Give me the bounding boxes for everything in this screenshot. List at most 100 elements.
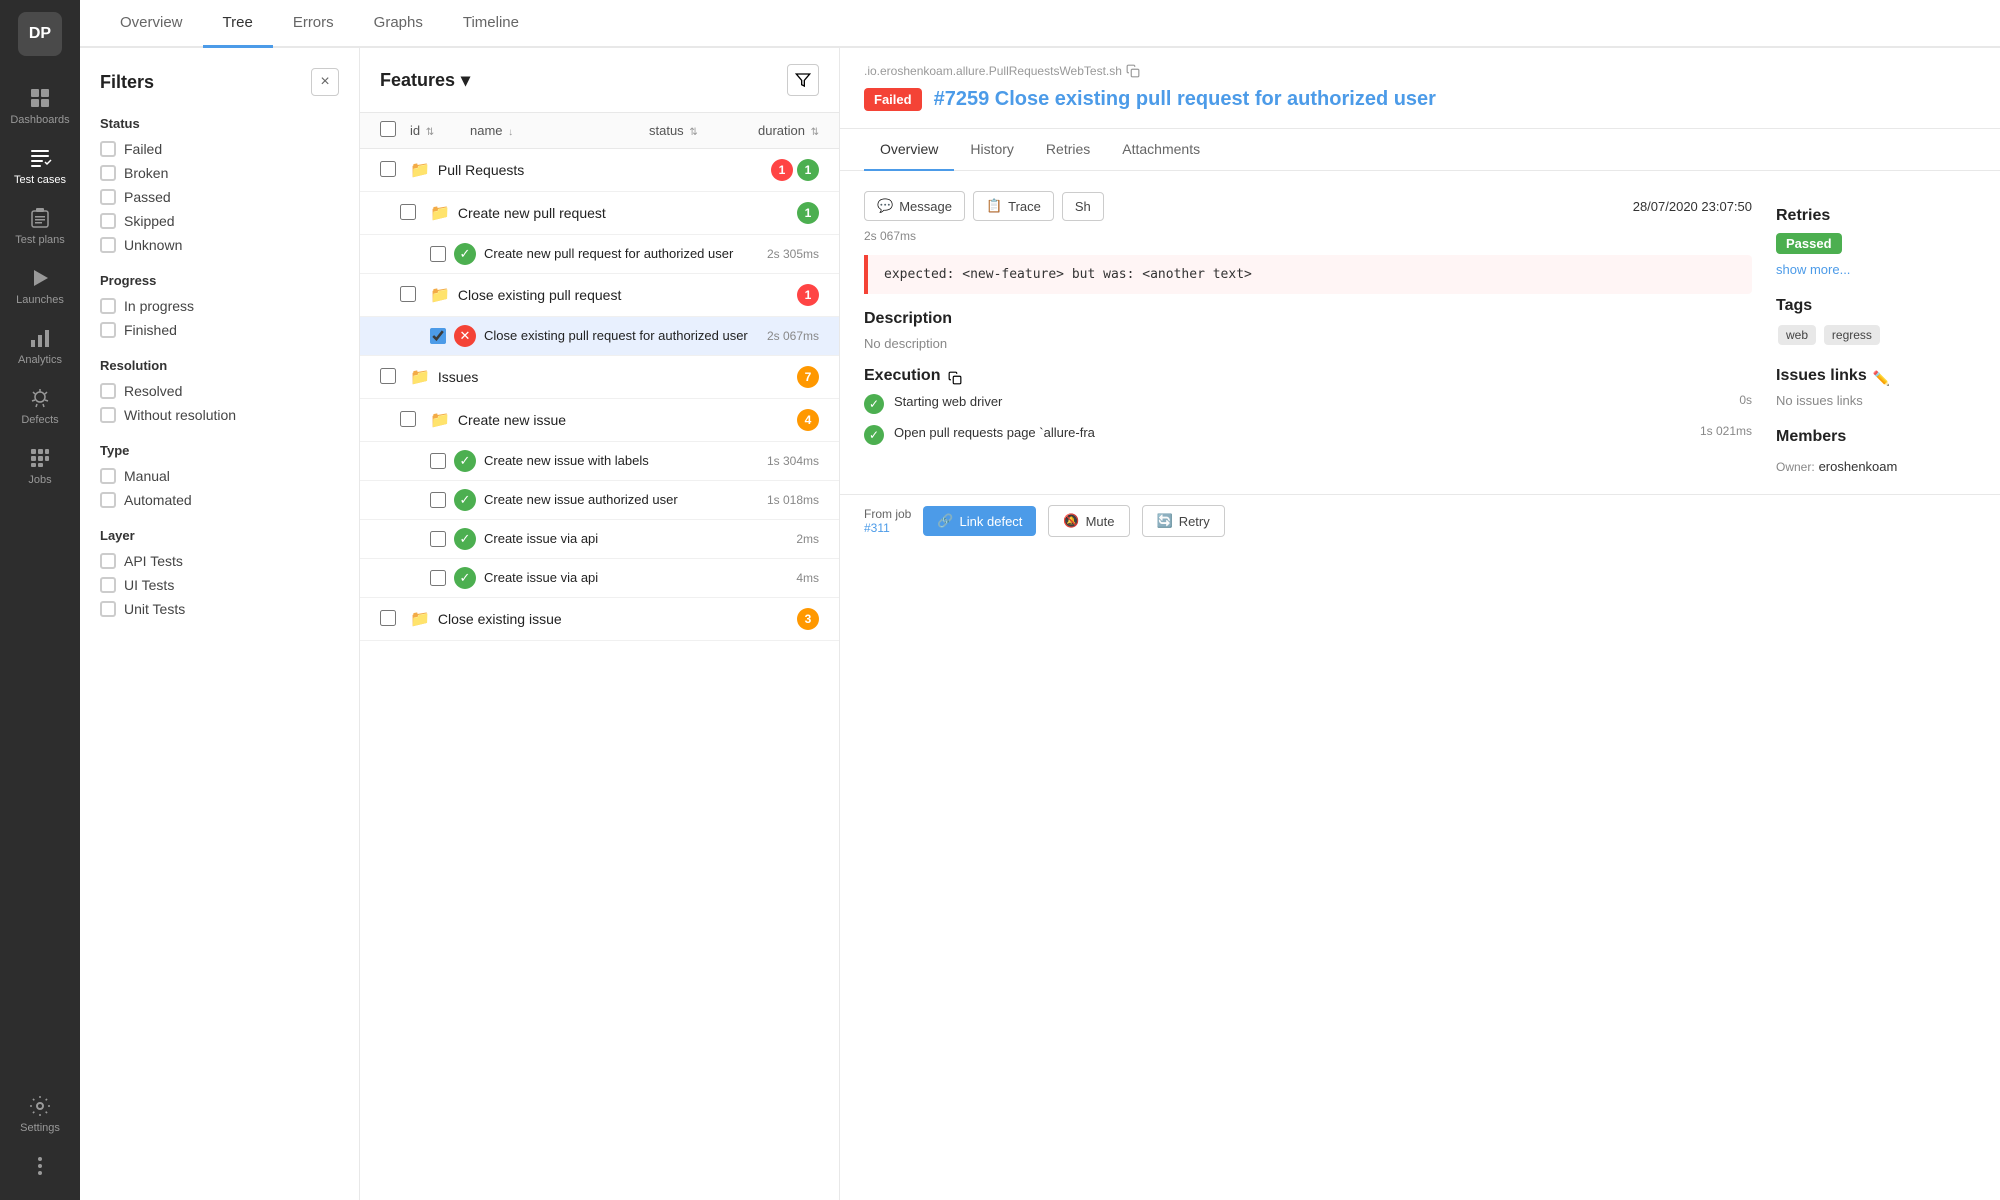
detail-tab-attachments[interactable]: Attachments xyxy=(1106,129,1216,171)
th-name[interactable]: name ↓ xyxy=(470,123,649,138)
tree-filter-button[interactable] xyxy=(787,64,819,96)
filter-broken[interactable]: Broken xyxy=(100,165,339,181)
sidebar-item-launches[interactable]: Launches xyxy=(0,256,80,316)
filter-passed[interactable]: Passed xyxy=(100,189,339,205)
tab-overview[interactable]: Overview xyxy=(100,0,203,48)
group-issues[interactable]: 📁 Issues 7 xyxy=(360,356,839,399)
execution-row: 💬 Message 📋 Trace Sh 28/07/202 xyxy=(864,191,1752,221)
subgroup-create-pr-name: Create new pull request xyxy=(458,205,793,221)
filter-ui-tests[interactable]: UI Tests xyxy=(100,577,339,593)
sidebar-item-analytics[interactable]: Analytics xyxy=(0,316,80,376)
filter-resolved-checkbox[interactable] xyxy=(100,383,116,399)
filter-manual[interactable]: Manual xyxy=(100,468,339,484)
sidebar-item-test-plans[interactable]: Test plans xyxy=(0,196,80,256)
sidebar-item-test-cases[interactable]: Test cases xyxy=(0,136,80,196)
test-row-issue-api-1[interactable]: ✓ Create issue via api 2ms xyxy=(360,520,839,559)
group-pull-requests[interactable]: 📁 Pull Requests 1 1 xyxy=(360,149,839,192)
subgroup-close-pr-name: Close existing pull request xyxy=(458,287,793,303)
job-link[interactable]: #311 xyxy=(864,521,911,535)
group-pr-checkbox[interactable] xyxy=(380,161,396,177)
group-close-issue[interactable]: 📁 Close existing issue 3 xyxy=(360,598,839,641)
test-issue-labels-name: Create new issue with labels xyxy=(484,452,759,470)
link-defect-button[interactable]: 🔗 Link defect xyxy=(923,506,1036,536)
tags-container: web regress xyxy=(1776,323,1976,347)
sidebar-item-settings[interactable]: Settings xyxy=(0,1084,80,1144)
test-issue-api2-checkbox[interactable] xyxy=(430,570,446,586)
filter-unit-tests-checkbox[interactable] xyxy=(100,601,116,617)
filter-broken-checkbox[interactable] xyxy=(100,165,116,181)
test-issue-api1-checkbox[interactable] xyxy=(430,531,446,547)
filter-unknown-checkbox[interactable] xyxy=(100,237,116,253)
subgroup-close-pr-checkbox[interactable] xyxy=(400,286,416,302)
filter-in-progress-checkbox[interactable] xyxy=(100,298,116,314)
subgroup-create-issue[interactable]: 📁 Create new issue 4 xyxy=(360,399,839,442)
filter-automated-checkbox[interactable] xyxy=(100,492,116,508)
test-row-issue-auth[interactable]: ✓ Create new issue authorized user 1s 01… xyxy=(360,481,839,520)
tag-web[interactable]: web xyxy=(1778,325,1816,345)
filter-api-tests[interactable]: API Tests xyxy=(100,553,339,569)
filter-passed-checkbox[interactable] xyxy=(100,189,116,205)
subgroup-create-issue-checkbox[interactable] xyxy=(400,411,416,427)
filter-skipped-checkbox[interactable] xyxy=(100,213,116,229)
tab-timeline[interactable]: Timeline xyxy=(443,0,539,48)
sh-button[interactable]: Sh xyxy=(1062,192,1104,221)
filter-api-tests-checkbox[interactable] xyxy=(100,553,116,569)
test-issue-labels-checkbox[interactable] xyxy=(430,453,446,469)
show-more-link[interactable]: show more... xyxy=(1776,262,1976,277)
detail-tab-retries[interactable]: Retries xyxy=(1030,129,1106,171)
filter-resolved[interactable]: Resolved xyxy=(100,383,339,399)
filter-skipped[interactable]: Skipped xyxy=(100,213,339,229)
filter-in-progress[interactable]: In progress xyxy=(100,298,339,314)
select-all-checkbox[interactable] xyxy=(380,121,396,137)
th-id[interactable]: id ⇅ xyxy=(410,123,470,138)
mute-button[interactable]: 🔕 Mute xyxy=(1048,505,1129,537)
subgroup-create-pr-checkbox[interactable] xyxy=(400,204,416,220)
test-close-pr-checkbox[interactable] xyxy=(430,328,446,344)
filter-automated[interactable]: Automated xyxy=(100,492,339,508)
copy-icon[interactable] xyxy=(1126,64,1140,78)
sidebar-item-more[interactable] xyxy=(0,1144,80,1188)
filter-failed-checkbox[interactable] xyxy=(100,141,116,157)
filter-without-resolution-checkbox[interactable] xyxy=(100,407,116,423)
message-button[interactable]: 💬 Message xyxy=(864,191,965,221)
subgroup-create-pr[interactable]: 📁 Create new pull request 1 xyxy=(360,192,839,235)
detail-tab-overview[interactable]: Overview xyxy=(864,129,954,171)
copy2-icon[interactable] xyxy=(948,371,962,385)
test-row-issue-api-2[interactable]: ✓ Create issue via api 4ms xyxy=(360,559,839,598)
gear-icon xyxy=(28,1094,52,1118)
test-row-create-pr[interactable]: ✓ Create new pull request for authorized… xyxy=(360,235,839,274)
filter-without-resolution[interactable]: Without resolution xyxy=(100,407,339,423)
tab-graphs[interactable]: Graphs xyxy=(354,0,443,48)
issues-links-edit-icon[interactable]: ✏️ xyxy=(1873,370,1890,387)
tab-errors[interactable]: Errors xyxy=(273,0,354,48)
filter-manual-checkbox[interactable] xyxy=(100,468,116,484)
filter-unit-tests[interactable]: Unit Tests xyxy=(100,601,339,617)
filter-finished[interactable]: Finished xyxy=(100,322,339,338)
group-issues-checkbox[interactable] xyxy=(380,368,396,384)
filters-close-button[interactable]: × xyxy=(311,68,339,96)
trace-button[interactable]: 📋 Trace xyxy=(973,191,1054,221)
detail-tab-history[interactable]: History xyxy=(954,129,1030,171)
filter-failed[interactable]: Failed xyxy=(100,141,339,157)
sidebar-item-defects[interactable]: Defects xyxy=(0,376,80,436)
sidebar-item-jobs[interactable]: Jobs xyxy=(0,436,80,496)
retry-button[interactable]: 🔄 Retry xyxy=(1142,505,1225,537)
group-close-issue-checkbox[interactable] xyxy=(380,610,396,626)
test-row-issue-labels[interactable]: ✓ Create new issue with labels 1s 304ms xyxy=(360,442,839,481)
th-duration[interactable]: duration ⇅ xyxy=(729,123,819,138)
tag-regress[interactable]: regress xyxy=(1824,325,1880,345)
th-status[interactable]: status ⇅ xyxy=(649,123,729,138)
tree-title[interactable]: Features ▾ xyxy=(380,70,470,91)
sidebar-item-dashboards[interactable]: Dashboards xyxy=(0,76,80,136)
detail-title-row: Failed #7259 Close existing pull request… xyxy=(864,86,1976,112)
detail-issue-number[interactable]: #7259 xyxy=(934,88,990,110)
test-issue-auth-checkbox[interactable] xyxy=(430,492,446,508)
test-row-close-pr[interactable]: ✕ Close existing pull request for author… xyxy=(360,317,839,356)
filter-finished-checkbox[interactable] xyxy=(100,322,116,338)
subgroup-close-pr[interactable]: 📁 Close existing pull request 1 xyxy=(360,274,839,317)
issues-links-title: Issues links xyxy=(1776,367,1867,385)
test-create-pr-checkbox[interactable] xyxy=(430,246,446,262)
tab-tree[interactable]: Tree xyxy=(203,0,273,48)
filter-unknown[interactable]: Unknown xyxy=(100,237,339,253)
filter-ui-tests-checkbox[interactable] xyxy=(100,577,116,593)
